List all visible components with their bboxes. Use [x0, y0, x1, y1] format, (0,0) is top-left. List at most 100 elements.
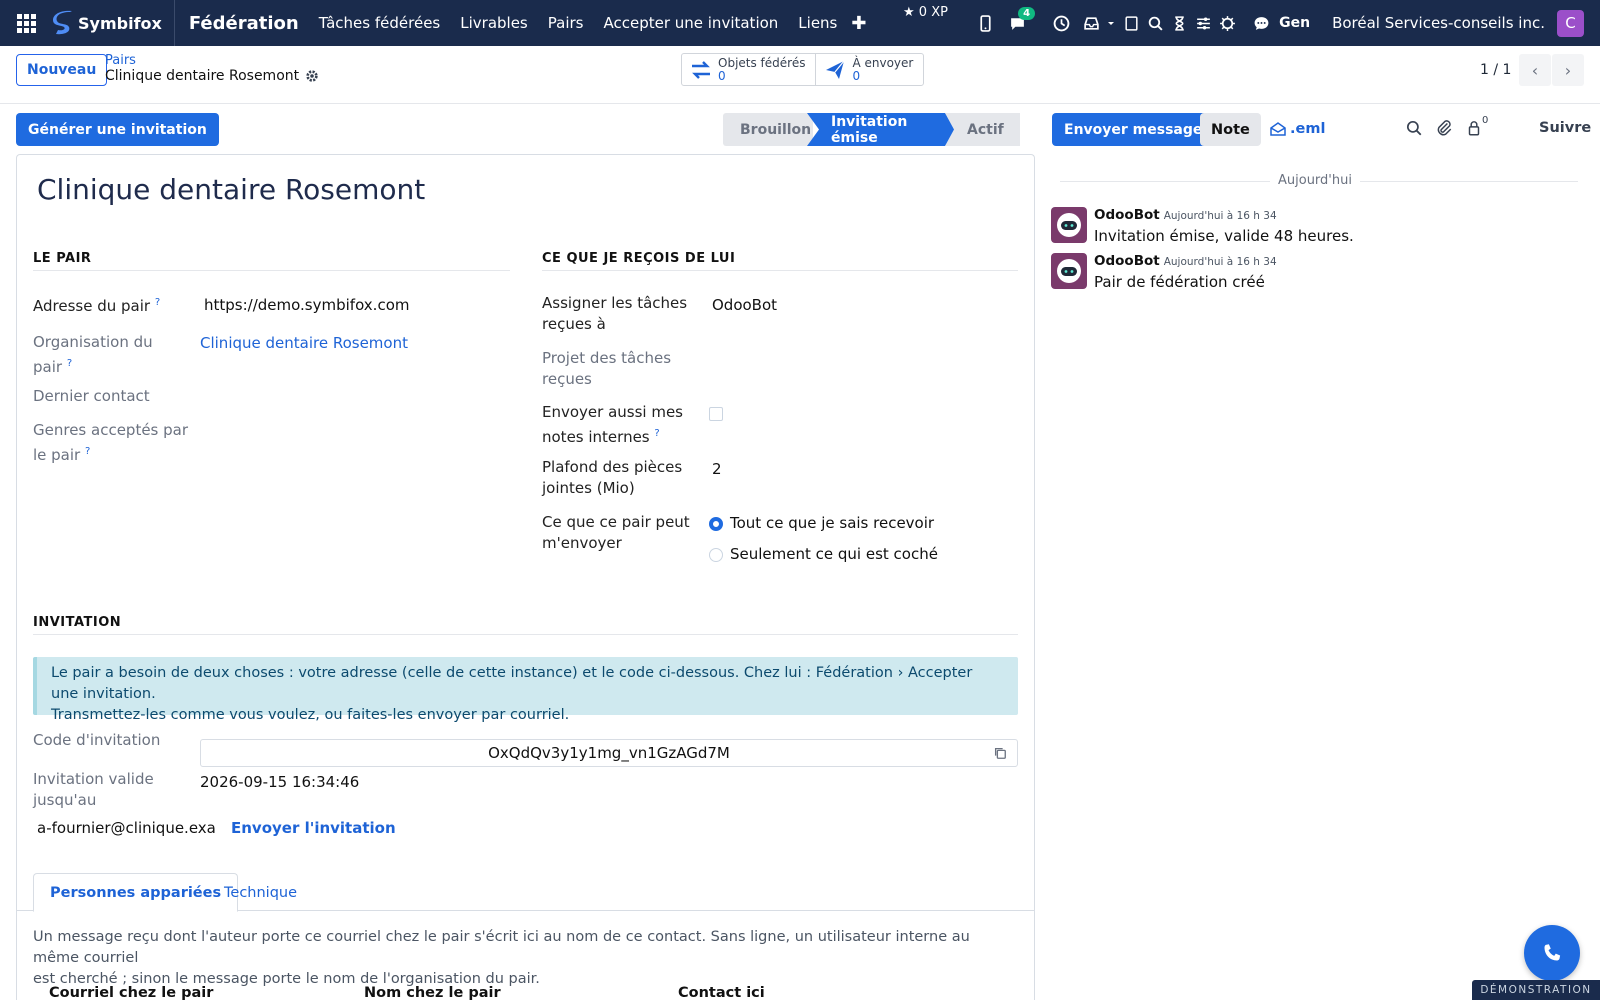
follow-button[interactable]: Suivre [1539, 120, 1591, 136]
send-message-button[interactable]: Envoyer message [1052, 113, 1215, 146]
record-title[interactable]: Clinique dentaire Rosemont [37, 173, 425, 206]
xp-counter[interactable]: ★ 0 XP [903, 5, 948, 20]
peer-address-label: Adresse du pair ? [33, 292, 160, 317]
attach-limit-line2: jointes (Mio) [542, 479, 635, 497]
help-tooltip-icon[interactable]: ? [85, 446, 90, 457]
form-statusbar: Générer une invitation Brouillon Invitat… [0, 104, 1040, 154]
apps-menu-icon[interactable] [0, 0, 52, 46]
followers-count: 0 [1482, 115, 1489, 126]
project-line2: reçues [542, 370, 592, 388]
stage-brouillon[interactable]: Brouillon [723, 113, 813, 146]
column-header-nom[interactable]: Nom chez le pair [364, 985, 501, 1000]
demo-ribbon: DÉMONSTRATION [1472, 980, 1600, 1000]
radio-checked-only-label[interactable]: Seulement ce qui est coché [730, 545, 938, 563]
breadcrumb: Pairs Clinique dentaire Rosemont [105, 53, 319, 84]
stage-invitation-emise[interactable]: Invitation émise [807, 113, 957, 146]
help-line1: Un message reçu dont l'auteur porte ce c… [33, 929, 970, 966]
bug-icon[interactable] [1217, 13, 1237, 33]
alert-line1: Le pair a besoin de deux choses : votre … [51, 665, 973, 702]
gen-label[interactable]: Gen [1279, 15, 1310, 31]
copy-icon[interactable] [993, 746, 1007, 760]
assign-line2: reçues à [542, 315, 606, 333]
help-tooltip-icon[interactable]: ? [654, 428, 659, 439]
smart-button-objets-federes[interactable]: Objets fédérés 0 [682, 54, 817, 85]
top-navbar: Symbifox Fédération Tâches fédérées Livr… [0, 0, 1600, 46]
send-notes-line1: Envoyer aussi mes [542, 403, 683, 421]
peer-address-field[interactable]: https://demo.symbifox.com [204, 296, 409, 314]
invite-code-label: Code d'invitation [33, 731, 161, 749]
hourglass-icon[interactable] [1169, 13, 1189, 33]
stage-actif[interactable]: Actif [945, 113, 1020, 146]
new-button[interactable]: Nouveau [16, 54, 108, 86]
invitation-email-input[interactable]: a-fournier@clinique.examp [37, 819, 217, 837]
caret-down-icon[interactable] [1105, 13, 1117, 33]
menu-item-taches-federees[interactable]: Tâches fédérées [319, 14, 441, 32]
brand[interactable]: Symbifox [52, 0, 175, 46]
help-tooltip-icon[interactable]: ? [155, 297, 160, 308]
peer-org-link[interactable]: Clinique dentaire Rosemont [200, 334, 408, 352]
peer-org-label: Organisation du pair ? [33, 332, 153, 378]
section-invitation: INVITATION [33, 615, 1018, 635]
smart-buttons: Objets fédérés 0 À envoyer 0 [681, 53, 925, 86]
help-tooltip-icon[interactable]: ? [67, 358, 72, 369]
robot-icon [1057, 213, 1081, 237]
search-icon[interactable] [1145, 13, 1165, 33]
message-author[interactable]: OdooBot Aujourd'hui à 16 h 34 [1094, 207, 1277, 223]
menu-item-livrables[interactable]: Livrables [460, 14, 528, 32]
odoobot-avatar[interactable] [1051, 253, 1087, 289]
brand-name: Symbifox [78, 13, 162, 33]
send-invitation-button[interactable]: Envoyer l'invitation [231, 819, 396, 837]
radio-all[interactable] [709, 517, 723, 531]
pager-next-icon[interactable]: › [1552, 54, 1584, 86]
column-header-contact[interactable]: Contact ici [678, 985, 765, 1000]
message-body: Pair de fédération créé [1094, 273, 1265, 291]
tablet-icon[interactable] [1121, 13, 1141, 33]
invite-code-value: OxQdQv3y1y1mg_vn1GzAGd7M [488, 744, 730, 762]
inbox-icon[interactable] [1081, 13, 1101, 33]
company-switcher[interactable]: Boréal Services-conseils inc. [1332, 14, 1545, 32]
tab-technique[interactable]: Technique [208, 873, 313, 912]
plus-icon[interactable]: ✚ [851, 13, 866, 34]
generate-invitation-button[interactable]: Générer une invitation [16, 113, 219, 146]
pager-previous-icon[interactable]: ‹ [1519, 54, 1551, 86]
sliders-icon[interactable] [1193, 13, 1213, 33]
what-peer-sends-label: Ce que ce pair peut m'envoyer [542, 512, 690, 554]
attach-limit-field[interactable]: 2 [712, 460, 722, 478]
breadcrumb-parent-link[interactable]: Pairs [105, 53, 319, 68]
assign-tasks-label: Assigner les tâches reçues à [542, 293, 687, 335]
gear-icon[interactable] [305, 69, 319, 83]
invite-code-field[interactable]: OxQdQv3y1y1mg_vn1GzAGd7M [200, 739, 1018, 767]
chat-bubble-icon[interactable] [1251, 13, 1271, 33]
paperclip-icon[interactable] [1435, 119, 1455, 139]
odoobot-avatar[interactable] [1051, 207, 1087, 243]
eml-button[interactable]: .eml [1270, 121, 1325, 137]
stage-pipeline: Brouillon Invitation émise Actif [723, 113, 1020, 146]
menu-item-liens[interactable]: Liens [798, 14, 837, 32]
messages-icon[interactable]: 4 [1007, 7, 1036, 33]
column-header-courriel[interactable]: Courriel chez le pair [49, 985, 213, 1000]
smart-envoyer-value: 0 [852, 68, 861, 83]
softphone-call-button[interactable] [1524, 925, 1580, 981]
message-body: Invitation émise, valide 48 heures. [1094, 227, 1354, 245]
smart-button-a-envoyer[interactable]: À envoyer 0 [816, 54, 923, 85]
assign-tasks-field[interactable]: OdooBot [712, 296, 777, 314]
menu-item-accepter-invitation[interactable]: Accepter une invitation [603, 14, 778, 32]
peer-org-label-line2: pair [33, 358, 63, 376]
valid-until-line1: Invitation valide [33, 770, 154, 788]
radio-all-label[interactable]: Tout ce que je sais recevoir [730, 514, 934, 532]
last-contact-label: Dernier contact [33, 387, 150, 405]
pager-value[interactable]: 1 / 1 [1480, 62, 1511, 78]
phone-icon[interactable] [975, 13, 995, 33]
menu-item-pairs[interactable]: Pairs [548, 14, 584, 32]
send-notes-checkbox[interactable] [709, 407, 723, 421]
message-author[interactable]: OdooBot Aujourd'hui à 16 h 34 [1094, 253, 1277, 269]
user-avatar[interactable]: C [1557, 9, 1584, 37]
search-messages-icon[interactable] [1405, 119, 1425, 139]
message-author-name: OdooBot [1094, 253, 1160, 269]
valid-until-value: 2026-09-15 16:34:46 [200, 773, 360, 791]
clock-icon[interactable] [1051, 13, 1071, 33]
radio-checked-only[interactable] [709, 548, 723, 562]
log-note-button[interactable]: Note [1200, 113, 1261, 146]
form-sheet: Clinique dentaire Rosemont LE PAIR CE QU… [16, 154, 1035, 1000]
app-title[interactable]: Fédération [189, 13, 299, 34]
